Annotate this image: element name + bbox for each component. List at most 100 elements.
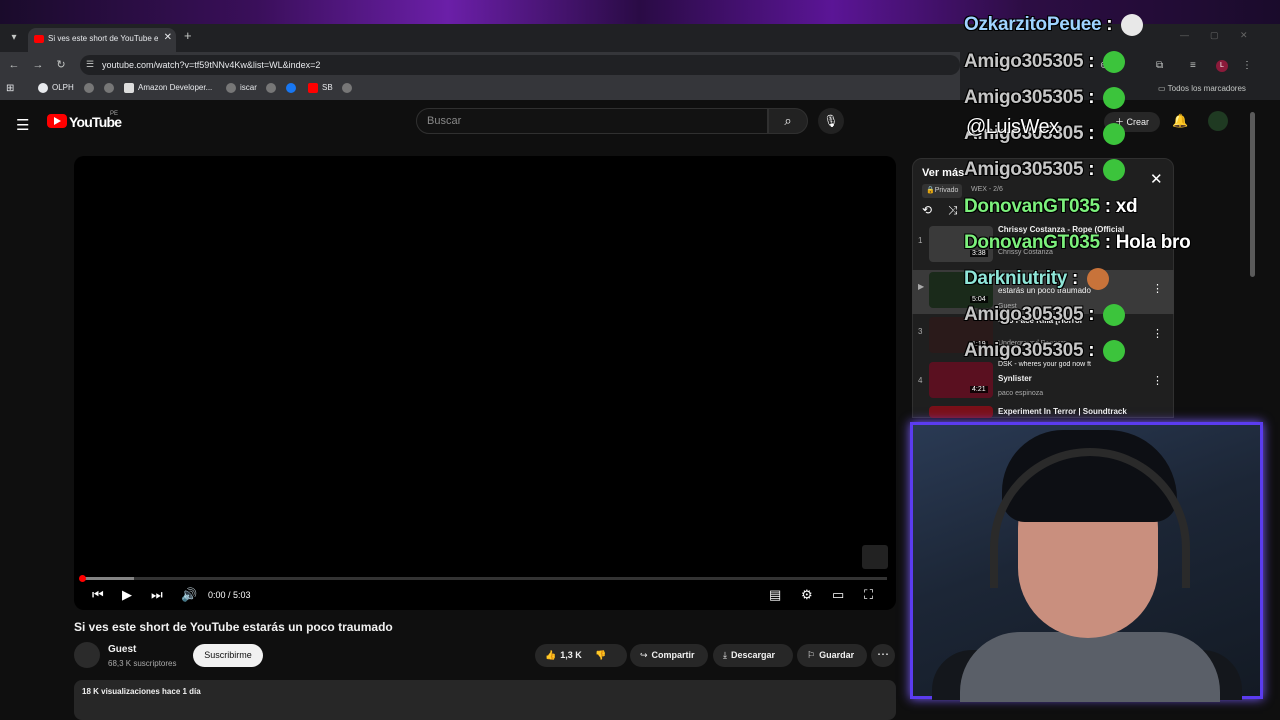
settings-gear-icon[interactable]: ⚙ [801, 587, 813, 603]
now-playing-icon: ▶ [918, 282, 925, 291]
item-menu-icon[interactable]: ⋮ [1152, 282, 1163, 295]
playlist-title: Ver más [922, 167, 965, 179]
close-icon[interactable]: ✕ [164, 32, 172, 43]
share-label: Compartir [651, 650, 695, 660]
channel-avatar[interactable] [74, 642, 100, 668]
time-display: 0:00 / 5:03 [208, 590, 251, 600]
playlist-item[interactable]: 4 4:21 DSK - wheres your god now ft Synl… [912, 360, 1174, 404]
privacy-label: Privado [934, 187, 959, 194]
apps-icon[interactable]: ⊞ [6, 83, 14, 94]
profile-icon[interactable]: L [1216, 60, 1228, 72]
chat-separator: : [1083, 159, 1100, 181]
browser-tab[interactable]: Si ves este short de YouTube e ✕ [28, 28, 176, 52]
save-button[interactable]: ⚐ Guardar [797, 644, 867, 667]
chat-separator: : [1083, 304, 1100, 326]
chat-separator: : [1083, 123, 1100, 145]
facebook-icon [286, 83, 296, 93]
chat-separator: : [1099, 196, 1116, 217]
search-button[interactable]: ⌕ [768, 108, 808, 134]
subtitles-icon[interactable]: ▤ [769, 587, 781, 603]
minimize-icon[interactable]: — [1180, 30, 1189, 40]
bookmark-amazon[interactable]: Amazon Developer... [124, 83, 212, 93]
pepe-emote-icon [1103, 340, 1126, 362]
forward-icon[interactable]: → [30, 57, 46, 73]
all-bookmarks-label: Todos los marcadores [1167, 84, 1246, 93]
maximize-icon[interactable]: ▢ [1210, 30, 1219, 41]
description-box[interactable] [74, 680, 896, 720]
dislike-icon[interactable]: 👎 [595, 644, 606, 667]
bookmark-globe-3[interactable] [266, 83, 280, 93]
bookmark-label: iscar [240, 83, 257, 93]
globe-icon [104, 83, 114, 93]
loop-icon[interactable]: ⟲ [922, 203, 932, 217]
all-bookmarks[interactable]: ▭ Todos los marcadores [1158, 84, 1246, 93]
item-menu-icon[interactable]: ⋮ [1152, 374, 1163, 387]
bookmark-globe-4[interactable] [342, 83, 356, 93]
download-label: Descargar [730, 650, 776, 660]
extension-icon[interactable]: ⧉ [1156, 60, 1163, 71]
site-info-icon[interactable]: ☰ [86, 59, 94, 70]
playlist-item[interactable]: Experiment In Terror | Soundtrack [912, 404, 1174, 418]
channel-name[interactable]: Guest [108, 644, 136, 655]
next-icon[interactable]: ⏭ [151, 587, 163, 603]
like-dislike-group: 👍 1,3 K 👎 [535, 644, 627, 667]
bookmark-facebook[interactable] [286, 83, 300, 93]
globe-icon [226, 83, 236, 93]
play-triangle-icon [54, 117, 61, 125]
bookmark-globe-1[interactable] [84, 83, 98, 93]
previous-icon[interactable]: ⏮ [92, 587, 104, 603]
menu-icon[interactable]: ☰ [16, 116, 29, 134]
window-close-icon[interactable]: ✕ [1240, 30, 1248, 41]
subscribe-button[interactable]: Suscribirme [193, 644, 263, 667]
close-icon[interactable]: ✕ [1150, 170, 1163, 188]
bookmark-olph[interactable]: OLPH [38, 83, 74, 93]
voice-search-button[interactable]: 🎙 [818, 108, 844, 134]
address-bar[interactable]: ☰ youtube.com/watch?v=tf59tNNv4Kw&list=W… [80, 55, 960, 75]
fullscreen-icon[interactable]: ⛶ [864, 587, 873, 603]
play-icon[interactable]: ▶ [122, 587, 132, 603]
globe-icon [342, 83, 352, 93]
scrollbar-thumb[interactable] [1250, 112, 1255, 277]
account-avatar[interactable] [1208, 111, 1228, 131]
volume-icon[interactable]: 🔊 [181, 587, 197, 603]
chat-username: Amigo305305 [964, 87, 1084, 109]
bookmark-sb[interactable]: SB [308, 83, 333, 93]
video-player[interactable] [74, 156, 896, 610]
new-tab-icon[interactable]: + [184, 28, 192, 43]
webcam-shirt [960, 632, 1220, 702]
bookmark-label: OLPH [52, 83, 74, 93]
reload-icon[interactable]: ↻ [53, 57, 69, 73]
chat-username: Amigo305305 [964, 340, 1084, 362]
playlist-item-title: Synlister [998, 374, 1032, 383]
like-count[interactable]: 1,3 K [560, 650, 582, 660]
bookmark-globe-2[interactable] [104, 83, 118, 93]
chat-username: Amigo305305 [964, 304, 1084, 326]
download-icon: ⤓ [723, 650, 727, 660]
shuffle-icon[interactable]: ⤨ [948, 203, 958, 218]
progress-bar[interactable] [82, 577, 887, 580]
page-scrollbar[interactable] [1260, 100, 1280, 720]
search-input[interactable]: Buscar [416, 108, 768, 134]
tab-search-icon[interactable]: ▾ [6, 30, 22, 46]
streamer-watermark: @LuisWex [966, 116, 1059, 138]
share-button[interactable]: ↪ Compartir [630, 644, 708, 667]
notifications-bell-icon[interactable]: 🔔 [1172, 113, 1188, 129]
more-actions-icon[interactable]: ⋯ [871, 644, 895, 667]
item-menu-icon[interactable]: ⋮ [1152, 327, 1163, 340]
chat-text: Hola bro [1115, 232, 1191, 253]
like-icon[interactable]: 👍 [545, 644, 556, 667]
google-icon [38, 83, 48, 93]
back-icon[interactable]: ← [6, 57, 22, 73]
media-icon[interactable]: ≡ [1190, 60, 1196, 71]
progress-buffer [82, 577, 134, 580]
menu-kebab-icon[interactable]: ⋮ [1242, 60, 1252, 71]
bookmark-iscar[interactable]: iscar [226, 83, 257, 93]
playlist-item-title: Experiment In Terror | Soundtrack [998, 407, 1127, 416]
theater-mode-icon[interactable]: ▭ [832, 587, 844, 603]
playlist-item-channel: paco espinoza [998, 390, 1044, 397]
chat-username: Amigo305305 [964, 51, 1084, 73]
chat-message: Amigo305305 : [964, 51, 1126, 73]
download-button[interactable]: ⤓ Descargar [713, 644, 793, 667]
endscreen-thumbnail[interactable] [862, 545, 888, 569]
progress-scrubber[interactable] [79, 575, 86, 582]
